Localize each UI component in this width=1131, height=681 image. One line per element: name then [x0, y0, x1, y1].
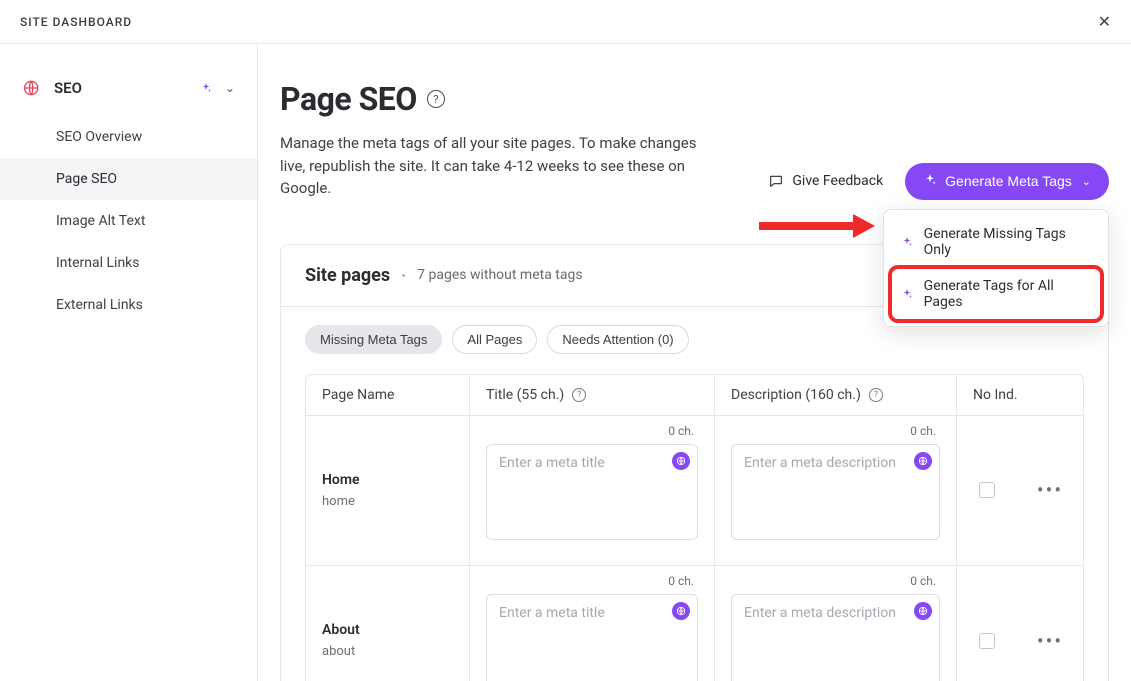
sidebar-item-page-seo[interactable]: Page SEO [0, 158, 257, 200]
sparkle-icon [900, 287, 914, 301]
td-actions: ••• [1017, 566, 1083, 681]
chip-all-pages[interactable]: All Pages [452, 325, 537, 354]
main: Page SEO ? Manage the meta tags of all y… [258, 44, 1131, 681]
sidebar-item-external-links[interactable]: External Links [0, 284, 257, 326]
language-icon[interactable] [914, 452, 932, 470]
panel-title: Site pages [305, 265, 390, 286]
page-subtitle: Manage the meta tags of all your site pa… [280, 132, 720, 200]
sidebar-section-seo[interactable]: SEO ⌄ [0, 72, 257, 116]
th-actions [1017, 375, 1083, 415]
char-count: 0 ch. [731, 574, 940, 588]
sparkle-icon [900, 235, 914, 249]
more-actions-icon[interactable]: ••• [1037, 631, 1063, 651]
sidebar-nav: SEO Overview Page SEO Image Alt Text Int… [0, 116, 257, 326]
dropdown-item-generate-missing[interactable]: Generate Missing Tags Only [884, 216, 1108, 268]
sidebar-section-label: SEO [54, 79, 187, 97]
language-icon[interactable] [914, 602, 932, 620]
generate-meta-tags-button[interactable]: Generate Meta Tags ⌄ [905, 163, 1109, 200]
th-description-label: Description (160 ch.) [731, 387, 861, 403]
td-meta-title: 0 ch. [470, 566, 715, 681]
sparkle-icon [923, 173, 937, 190]
page-title: Page SEO [280, 80, 417, 118]
meta-title-input[interactable] [486, 444, 698, 540]
sidebar: SEO ⌄ SEO Overview Page SEO Image Alt Te… [0, 44, 258, 681]
dashboard-title: SITE DASHBOARD [20, 15, 132, 29]
th-title: Title (55 ch.) ? [470, 375, 715, 415]
chat-icon [768, 173, 784, 189]
table-row: About about 0 ch. [306, 566, 1083, 681]
separator-dot [402, 274, 405, 277]
give-feedback-button[interactable]: Give Feedback [768, 173, 883, 189]
table-row: Home home 0 ch. [306, 416, 1083, 566]
dropdown-item-label: Generate Tags for All Pages [924, 278, 1092, 310]
td-noindex [957, 416, 1017, 565]
noindex-checkbox[interactable] [979, 482, 995, 498]
char-count: 0 ch. [731, 424, 940, 438]
help-icon[interactable]: ? [427, 90, 445, 108]
td-page-name: Home home [306, 416, 470, 565]
td-meta-description: 0 ch. [715, 416, 957, 565]
sparkle-icon [199, 81, 213, 95]
topbar: SITE DASHBOARD ✕ [0, 0, 1131, 44]
globe-icon [22, 78, 42, 98]
th-title-label: Title (55 ch.) [486, 387, 564, 403]
table-header: Page Name Title (55 ch.) ? Description (… [306, 375, 1083, 416]
th-page-name: Page Name [306, 375, 470, 415]
language-icon[interactable] [672, 452, 690, 470]
td-meta-description: 0 ch. [715, 566, 957, 681]
td-meta-title: 0 ch. [470, 416, 715, 565]
td-actions: ••• [1017, 416, 1083, 565]
meta-description-input[interactable] [731, 594, 940, 681]
chip-needs-attention[interactable]: Needs Attention (0) [547, 325, 688, 354]
sidebar-item-image-alt-text[interactable]: Image Alt Text [0, 200, 257, 242]
help-icon[interactable]: ? [572, 388, 586, 402]
dropdown-item-generate-all[interactable]: Generate Tags for All Pages [884, 268, 1108, 320]
td-noindex [957, 566, 1017, 681]
char-count: 0 ch. [486, 574, 698, 588]
generate-dropdown: Generate Missing Tags Only Generate Tags… [883, 209, 1109, 327]
meta-title-input[interactable] [486, 594, 698, 681]
th-noindex: No Ind… [957, 375, 1017, 415]
char-count: 0 ch. [486, 424, 698, 438]
help-icon[interactable]: ? [869, 388, 883, 402]
language-icon[interactable] [672, 602, 690, 620]
pages-table: Page Name Title (55 ch.) ? Description (… [305, 374, 1084, 681]
sidebar-item-seo-overview[interactable]: SEO Overview [0, 116, 257, 158]
noindex-checkbox[interactable] [979, 633, 995, 649]
close-icon[interactable]: ✕ [1098, 14, 1111, 30]
panel-subtitle: 7 pages without meta tags [417, 267, 582, 283]
more-actions-icon[interactable]: ••• [1037, 480, 1063, 500]
chevron-down-icon: ⌄ [1082, 175, 1091, 188]
th-description: Description (160 ch.) ? [715, 375, 957, 415]
dropdown-item-label: Generate Missing Tags Only [924, 226, 1092, 258]
chevron-down-icon: ⌄ [225, 81, 235, 95]
td-page-name: About about [306, 566, 470, 681]
arrow-annotation [755, 211, 875, 241]
page-display-name: Home [322, 472, 453, 488]
give-feedback-label: Give Feedback [792, 173, 883, 189]
sidebar-item-internal-links[interactable]: Internal Links [0, 242, 257, 284]
page-slug: about [322, 644, 453, 659]
page-slug: home [322, 494, 453, 509]
page-actions: Give Feedback Generate Meta Tags ⌄ Gener… [768, 163, 1109, 200]
generate-meta-tags-label: Generate Meta Tags [945, 173, 1072, 189]
chip-missing-meta-tags[interactable]: Missing Meta Tags [305, 325, 442, 354]
page-display-name: About [322, 622, 453, 638]
meta-description-input[interactable] [731, 444, 940, 540]
